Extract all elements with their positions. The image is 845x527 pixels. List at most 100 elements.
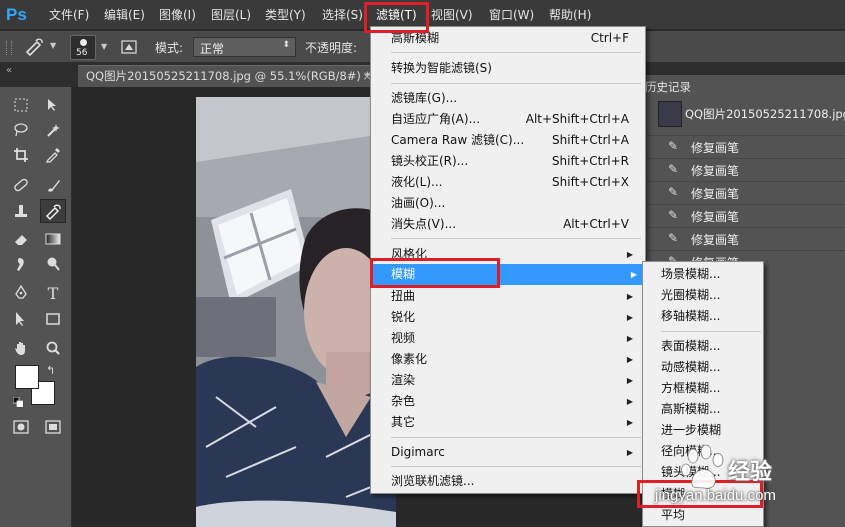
menu-filter[interactable]: 滤镜(T) (376, 7, 417, 24)
path-selection-tool-icon[interactable] (10, 309, 32, 329)
document-tab[interactable]: QQ图片20150525211708.jpg @ 55.1%(RGB/8#) *… (78, 65, 378, 87)
menu-item-blur[interactable]: 模糊 ▶ (373, 264, 643, 285)
quick-mask-icon[interactable] (10, 417, 32, 437)
hand-tool-icon[interactable] (10, 338, 32, 358)
menu-item-noise[interactable]: 杂色 ▶ (391, 391, 641, 412)
eraser-tool-icon[interactable] (10, 229, 32, 249)
menu-item-vanishing-point[interactable]: 消失点(V)... Alt+Ctrl+V (391, 214, 641, 235)
healing-brush-tool-selected-icon[interactable] (40, 199, 66, 223)
brush-tip-icon (80, 39, 87, 46)
eyedropper-tool-icon[interactable] (42, 145, 64, 165)
menu-item-video[interactable]: 视频 ▶ (391, 328, 641, 349)
menu-item-average[interactable]: 平均 (661, 505, 761, 526)
menu-item-other[interactable]: 其它 ▶ (391, 412, 641, 433)
menu-separator (391, 238, 641, 239)
history-item[interactable]: ✎修复画笔 (643, 181, 845, 203)
menu-item-gaussian-blur-last[interactable]: 高斯模糊 Ctrl+F (391, 28, 641, 49)
screen-mode-icon[interactable] (42, 417, 64, 437)
history-item[interactable]: ✎修复画笔 (643, 227, 845, 249)
history-item[interactable]: ✎修复画笔 (643, 158, 845, 180)
swap-colors-icon[interactable]: ↰ (46, 364, 55, 377)
brush-tool-icon[interactable] (42, 175, 64, 195)
zoom-tool-icon[interactable] (42, 338, 64, 358)
watermark-brand-text: 经验 (728, 460, 773, 485)
menu-item-render[interactable]: 渲染 ▶ (391, 370, 641, 391)
healing-brush-tool-icon[interactable] (22, 37, 46, 57)
menu-item-field-blur[interactable]: 场景模糊... (661, 264, 761, 285)
document-photo[interactable] (196, 97, 396, 527)
rectangle-tool-icon[interactable] (42, 309, 64, 329)
history-item[interactable]: ✎修复画笔 (643, 204, 845, 226)
smudge-tool-icon[interactable] (10, 254, 32, 274)
menu-item-blur-more[interactable]: 进一步模糊 (661, 420, 761, 441)
submenu-arrow-icon: ▶ (626, 355, 633, 364)
menu-separator (391, 83, 641, 84)
menu-item-stylize[interactable]: 风格化 ▶ (391, 244, 641, 265)
menu-item-digimarc[interactable]: Digimarc ▶ (391, 442, 641, 463)
brush-panel-icon[interactable] (120, 38, 138, 56)
menu-item-box-blur[interactable]: 方框模糊... (661, 378, 761, 399)
menu-file[interactable]: 文件(F) (49, 7, 89, 24)
menu-item-liquify[interactable]: 液化(L)... Shift+Ctrl+X (391, 172, 641, 193)
submenu-arrow-icon: ▶ (626, 334, 633, 343)
menu-item-lens-correction[interactable]: 镜头校正(R)... Shift+Ctrl+R (391, 151, 641, 172)
mode-select-arrows-icon: ⬍ (282, 40, 290, 50)
magic-wand-tool-icon[interactable] (42, 120, 64, 140)
menu-item-tilt-shift[interactable]: 移轴模糊... (661, 306, 761, 327)
mode-select[interactable]: 正常 ⬍ (193, 37, 296, 57)
menu-separator (391, 437, 641, 438)
menu-item-adaptive-wide-angle[interactable]: 自适应广角(A)... Alt+Shift+Ctrl+A (391, 109, 641, 130)
submenu-arrow-icon: ▶ (626, 376, 633, 385)
foreground-color-swatch[interactable] (15, 365, 39, 389)
snapshot-label: QQ图片20150525211708.jpg (685, 107, 845, 121)
snapshot-thumbnail (658, 101, 682, 127)
healing-brush-icon: ✎ (667, 208, 679, 222)
menu-item-iris-blur[interactable]: 光圈模糊... (661, 285, 761, 306)
menu-edit[interactable]: 编辑(E) (104, 7, 145, 24)
menu-type[interactable]: 类型(Y) (265, 7, 306, 24)
grip-icon (6, 41, 12, 55)
filter-menu-dropdown: 高斯模糊 Ctrl+F 转换为智能滤镜(S) 滤镜库(G)... 自适应广角(A)… (370, 26, 646, 494)
submenu-arrow-icon: ▶ (630, 270, 637, 279)
brush-preset-picker[interactable]: 56 (70, 35, 96, 60)
history-snapshot[interactable]: QQ图片20150525211708.jpg (650, 99, 845, 129)
default-colors-icon[interactable] (12, 396, 24, 408)
menu-item-surface-blur[interactable]: 表面模糊... (661, 336, 761, 357)
menu-item-gaussian-blur[interactable]: 高斯模糊... (661, 399, 761, 420)
clone-stamp-tool-icon[interactable] (10, 201, 32, 221)
pen-tool-icon[interactable] (10, 283, 32, 303)
menu-item-pixelate[interactable]: 像素化 ▶ (391, 349, 641, 370)
menu-item-convert-smart-filter[interactable]: 转换为智能滤镜(S) (391, 58, 641, 79)
marquee-tool-icon[interactable] (10, 95, 32, 115)
menu-window[interactable]: 窗口(W) (489, 7, 534, 24)
type-tool-icon[interactable]: T (42, 283, 64, 303)
gradient-tool-icon[interactable] (42, 229, 64, 249)
menu-image[interactable]: 图像(I) (159, 7, 196, 24)
history-panel-tab[interactable]: 历史记录 (643, 77, 703, 97)
menu-select[interactable]: 选择(S) (322, 7, 363, 24)
menu-view[interactable]: 视图(V) (431, 7, 473, 24)
brush-dropdown-icon[interactable]: ▼ (101, 42, 107, 51)
menu-item-camera-raw[interactable]: Camera Raw 滤镜(C)... Shift+Ctrl+A (391, 130, 641, 151)
spot-healing-tool-icon[interactable] (10, 175, 32, 195)
mode-value: 正常 (200, 42, 225, 56)
dodge-tool-icon[interactable] (42, 254, 64, 274)
menu-layer[interactable]: 图层(L) (211, 7, 251, 24)
history-item[interactable]: ✎修复画笔 (643, 135, 845, 157)
menu-item-motion-blur[interactable]: 动感模糊... (661, 357, 761, 378)
menu-help[interactable]: 帮助(H) (549, 7, 591, 24)
document-tab-title: QQ图片20150525211708.jpg @ 55.1%(RGB/8#) * (86, 69, 371, 83)
collapse-panel-icon[interactable]: « (6, 65, 12, 76)
submenu-arrow-icon: ▶ (626, 418, 633, 427)
tool-preset-dropdown-icon[interactable]: ▼ (50, 41, 56, 50)
menu-item-oil-paint[interactable]: 油画(O)... (391, 193, 641, 214)
menu-item-sharpen[interactable]: 锐化 ▶ (391, 307, 641, 328)
lasso-tool-icon[interactable] (10, 120, 32, 140)
move-tool-icon[interactable] (42, 95, 64, 115)
menu-item-filter-gallery[interactable]: 滤镜库(G)... (391, 88, 641, 109)
menu-item-distort[interactable]: 扭曲 ▶ (391, 286, 641, 307)
menu-item-browse-online-filters[interactable]: 浏览联机滤镜... (391, 471, 641, 492)
crop-tool-icon[interactable] (10, 145, 32, 165)
healing-brush-icon: ✎ (667, 139, 679, 153)
submenu-arrow-icon: ▶ (626, 250, 633, 259)
